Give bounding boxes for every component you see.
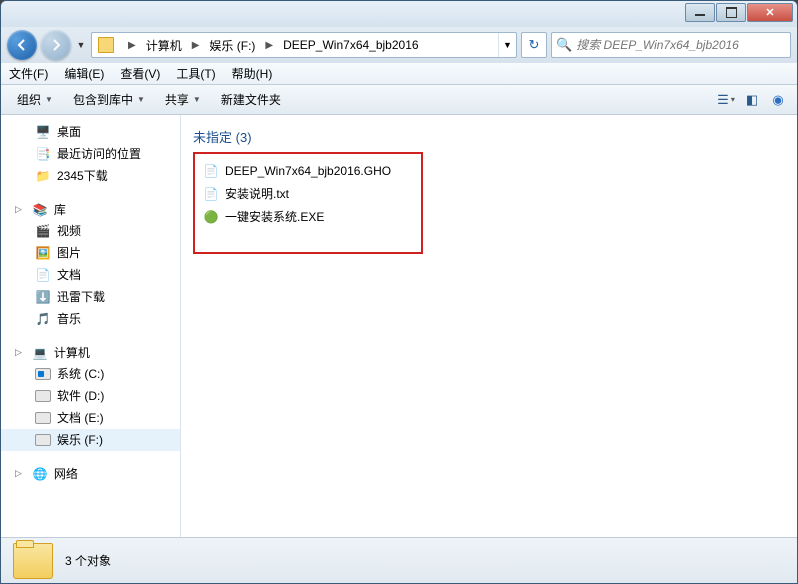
highlight-box: 📄 DEEP_Win7x64_bjb2016.GHO 📄 安装说明.txt 🟢 … <box>193 152 423 254</box>
preview-pane-button[interactable]: ◧ <box>741 91 763 109</box>
group-header[interactable]: 未指定 (3) <box>193 127 785 146</box>
disk-icon <box>35 366 51 382</box>
sidebar-item-videos[interactable]: 🎬视频 <box>1 220 180 242</box>
navigation-pane: 🖥️桌面 📑最近访问的位置 📁2345下载 ▷📚库 🎬视频 🖼️图片 📄文档 ⬇… <box>1 115 181 537</box>
sidebar-header-library[interactable]: ▷📚库 <box>1 199 180 220</box>
breadcrumb-folder[interactable]: DEEP_Win7x64_bjb2016 <box>277 33 424 57</box>
disk-icon <box>35 388 51 404</box>
menu-edit[interactable]: 编辑(E) <box>56 63 112 84</box>
back-button[interactable] <box>7 30 37 60</box>
status-bar: 3 个对象 <box>1 537 797 583</box>
sidebar-item-2345dl[interactable]: 📁2345下载 <box>1 165 180 187</box>
breadcrumb-computer[interactable]: 计算机 <box>140 33 188 57</box>
sidebar-item-drive-c[interactable]: 系统 (C:) <box>1 363 180 385</box>
toolbar: 组织▼ 包含到库中▼ 共享▼ 新建文件夹 ☰▾ ◧ ◉ <box>1 85 797 115</box>
search-icon: 🔍 <box>556 37 572 53</box>
maximize-button[interactable] <box>716 3 746 22</box>
download-icon: ⬇️ <box>35 289 51 305</box>
file-name: 一键安装系统.EXE <box>225 208 324 225</box>
status-folder-icon <box>13 543 53 579</box>
menu-tools[interactable]: 工具(T) <box>168 63 223 84</box>
new-folder-button[interactable]: 新建文件夹 <box>213 88 289 111</box>
chevron-right-icon[interactable]: ▶ <box>188 40 204 51</box>
sidebar-item-music[interactable]: 🎵音乐 <box>1 308 180 330</box>
menu-view[interactable]: 查看(V) <box>112 63 168 84</box>
music-icon: 🎵 <box>35 311 51 327</box>
disk-icon <box>35 410 51 426</box>
file-name: DEEP_Win7x64_bjb2016.GHO <box>225 164 391 178</box>
file-list: 未指定 (3) 📄 DEEP_Win7x64_bjb2016.GHO 📄 安装说… <box>181 115 797 537</box>
address-bar[interactable]: ▶ 计算机 ▶ 娱乐 (F:) ▶ DEEP_Win7x64_bjb2016 ▼ <box>91 32 517 58</box>
caret-icon: ▷ <box>15 468 22 479</box>
file-icon: 📄 <box>203 163 219 179</box>
computer-icon: 💻 <box>32 345 48 361</box>
folder-icon: 📁 <box>35 168 51 184</box>
chevron-right-icon[interactable]: ▶ <box>124 40 140 51</box>
include-in-library-button[interactable]: 包含到库中▼ <box>65 88 153 111</box>
video-icon: 🎬 <box>35 223 51 239</box>
sidebar-header-computer[interactable]: ▷💻计算机 <box>1 342 180 363</box>
disk-icon <box>35 432 51 448</box>
search-input[interactable] <box>576 38 786 52</box>
sidebar-item-drive-d[interactable]: 软件 (D:) <box>1 385 180 407</box>
sidebar-item-drive-e[interactable]: 文档 (E:) <box>1 407 180 429</box>
text-file-icon: 📄 <box>203 186 219 202</box>
menu-help[interactable]: 帮助(H) <box>224 63 281 84</box>
exe-icon: 🟢 <box>203 209 219 225</box>
file-item-gho[interactable]: 📄 DEEP_Win7x64_bjb2016.GHO <box>199 160 415 182</box>
nav-history-dropdown[interactable]: ▼ <box>75 35 87 55</box>
recent-icon: 📑 <box>35 146 51 162</box>
library-icon: 📚 <box>32 202 48 218</box>
close-button[interactable] <box>747 3 793 22</box>
sidebar-item-xunlei[interactable]: ⬇️迅雷下载 <box>1 286 180 308</box>
address-dropdown[interactable]: ▼ <box>498 33 516 57</box>
status-text: 3 个对象 <box>65 552 111 569</box>
share-button[interactable]: 共享▼ <box>157 88 209 111</box>
sidebar-item-drive-f[interactable]: 娱乐 (F:) <box>1 429 180 451</box>
caret-icon: ▷ <box>15 204 22 215</box>
sidebar-header-network[interactable]: ▷🌐网络 <box>1 463 180 484</box>
file-item-txt[interactable]: 📄 安装说明.txt <box>199 182 415 205</box>
file-name: 安装说明.txt <box>225 185 289 202</box>
forward-button <box>41 30 71 60</box>
menubar: 文件(F) 编辑(E) 查看(V) 工具(T) 帮助(H) <box>1 63 797 85</box>
sidebar-item-pictures[interactable]: 🖼️图片 <box>1 242 180 264</box>
nav-bar: ▼ ▶ 计算机 ▶ 娱乐 (F:) ▶ DEEP_Win7x64_bjb2016… <box>1 27 797 63</box>
folder-icon <box>98 37 114 53</box>
search-box[interactable]: 🔍 <box>551 32 791 58</box>
minimize-button[interactable] <box>685 3 715 22</box>
menu-file[interactable]: 文件(F) <box>1 63 56 84</box>
breadcrumb-drive[interactable]: 娱乐 (F:) <box>203 33 261 57</box>
main-body: 🖥️桌面 📑最近访问的位置 📁2345下载 ▷📚库 🎬视频 🖼️图片 📄文档 ⬇… <box>1 115 797 537</box>
sidebar-item-documents[interactable]: 📄文档 <box>1 264 180 286</box>
desktop-icon: 🖥️ <box>35 124 51 140</box>
refresh-button[interactable]: ↻ <box>521 32 547 58</box>
titlebar <box>1 1 797 27</box>
document-icon: 📄 <box>35 267 51 283</box>
picture-icon: 🖼️ <box>35 245 51 261</box>
organize-button[interactable]: 组织▼ <box>9 88 61 111</box>
view-mode-button[interactable]: ☰▾ <box>715 91 737 109</box>
chevron-right-icon[interactable]: ▶ <box>261 40 277 51</box>
sidebar-item-recent[interactable]: 📑最近访问的位置 <box>1 143 180 165</box>
network-icon: 🌐 <box>32 466 48 482</box>
file-item-exe[interactable]: 🟢 一键安装系统.EXE <box>199 205 415 228</box>
caret-icon: ▷ <box>15 347 22 358</box>
sidebar-item-desktop[interactable]: 🖥️桌面 <box>1 121 180 143</box>
explorer-window: ▼ ▶ 计算机 ▶ 娱乐 (F:) ▶ DEEP_Win7x64_bjb2016… <box>0 0 798 584</box>
help-icon[interactable]: ◉ <box>767 91 789 109</box>
